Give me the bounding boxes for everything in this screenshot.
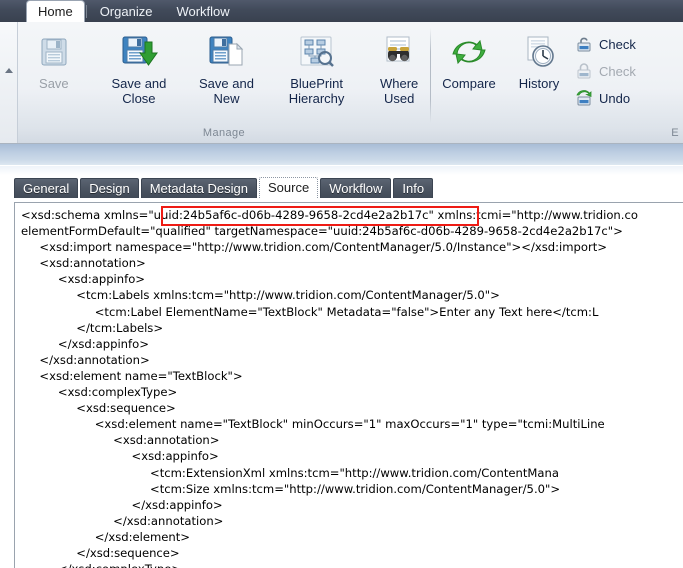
history-button[interactable]: History	[507, 28, 571, 91]
code-line: elementFormDefault="qualified" targetNam…	[21, 224, 623, 239]
page-content: General Design Metadata Design Source Wo…	[0, 144, 683, 568]
ribbon-tab-strip: Home Organize Workflow	[0, 0, 683, 22]
code-line: </xsd:appinfo>	[21, 497, 223, 512]
check-in-button[interactable]: Check	[575, 59, 640, 83]
edit-group-label: E	[671, 127, 679, 139]
compare-button-label: Compare	[442, 76, 496, 91]
check-out-button[interactable]: Check	[575, 32, 640, 56]
code-line: </tcm:Labels>	[21, 320, 164, 335]
window-blue-band	[0, 144, 683, 166]
tab-design[interactable]: Design	[80, 178, 139, 198]
blueprint-hierarchy-button-label: BluePrint Hierarchy	[288, 76, 345, 106]
code-line: <tcm:Size xmlns:tcm="http://www.tridion.…	[21, 481, 561, 496]
code-line: <xsd:annotation>	[21, 256, 146, 271]
undo-check-out-button[interactable]: Undo	[575, 86, 640, 110]
source-code-text[interactable]: <xsd:schema xmlns="uuid:24b5af6c-d06b-42…	[15, 203, 683, 568]
check-out-icon	[575, 35, 593, 53]
code-line: </xsd:sequence>	[21, 545, 180, 560]
code-line: <xsd:annotation>	[21, 433, 220, 448]
code-line: </xsd:annotation>	[21, 513, 224, 528]
tab-metadata-design[interactable]: Metadata Design	[140, 178, 257, 198]
code-line: </xsd:element>	[21, 529, 191, 544]
source-code-panel[interactable]: <xsd:schema xmlns="uuid:24b5af6c-d06b-42…	[14, 202, 683, 568]
check-in-button-label: Check	[599, 63, 636, 79]
tab-source[interactable]: Source	[259, 177, 319, 198]
compare-icon	[450, 32, 488, 72]
application-window: Home Organize Workflow Save Save and Clo…	[0, 0, 683, 568]
save-and-new-icon	[207, 32, 245, 72]
code-line: <xsd:element name="TextBlock" minOccurs=…	[21, 417, 605, 432]
ribbon-tab-organize[interactable]: Organize	[88, 1, 165, 22]
ribbon-scroll-column[interactable]	[0, 22, 18, 143]
code-line: </xsd:appinfo>	[21, 336, 149, 351]
where-used-icon	[380, 32, 418, 72]
save-and-new-button-label: Save and New	[199, 76, 254, 106]
check-out-button-label: Check	[599, 36, 636, 52]
ribbon-group-manage: Save Save and Close Save and New BluePri…	[18, 22, 430, 143]
code-line: <xsd:complexType>	[21, 385, 178, 400]
code-line: <xsd:schema xmlns="uuid:24b5af6c-d06b-42…	[21, 208, 638, 222]
code-line: </xsd:complexType>	[21, 561, 683, 568]
undo-check-out-button-label: Undo	[599, 90, 631, 106]
save-button-label: Save	[39, 76, 69, 91]
code-line: <xsd:element name="TextBlock">	[21, 368, 243, 383]
save-button[interactable]: Save	[18, 28, 90, 91]
code-line: <xsd:appinfo>	[21, 272, 146, 287]
code-line: <tcm:Label ElementName="TextBlock" Metad…	[21, 304, 599, 319]
save-and-new-button[interactable]: Save and New	[188, 28, 265, 106]
manage-group-label: Manage	[202, 127, 246, 139]
window-blue-band-fade	[0, 166, 683, 175]
tab-general[interactable]: General	[14, 178, 79, 198]
blueprint-hierarchy-button[interactable]: BluePrint Hierarchy	[265, 28, 368, 106]
save-and-close-button-label: Save and Close	[111, 76, 167, 106]
tab-separator	[85, 5, 87, 18]
compare-button[interactable]: Compare	[431, 28, 507, 91]
undo-check-out-icon	[575, 89, 593, 107]
edit-small-buttons: Check Check Undo	[571, 28, 640, 110]
code-line: <xsd:import namespace="http://www.tridio…	[21, 240, 608, 255]
where-used-button[interactable]: Where Used	[368, 28, 430, 106]
check-in-icon	[575, 62, 593, 80]
document-tab-bar: General Design Metadata Design Source Wo…	[0, 175, 683, 198]
ribbon-tab-workflow[interactable]: Workflow	[164, 1, 241, 22]
where-used-button-label: Where Used	[379, 76, 419, 106]
code-line: <tcm:ExtensionXml xmlns:tcm="http://www.…	[21, 465, 559, 480]
save-and-close-button[interactable]: Save and Close	[90, 28, 188, 106]
manage-group-items: Save Save and Close Save and New BluePri…	[18, 28, 430, 127]
history-icon	[520, 32, 558, 72]
tab-workflow[interactable]: Workflow	[320, 178, 392, 198]
code-line: <tcm:Labels xmlns:tcm="http://www.tridio…	[21, 288, 500, 303]
ribbon-tab-home[interactable]: Home	[26, 0, 85, 22]
tab-info[interactable]: Info	[393, 178, 434, 198]
code-line: <xsd:sequence>	[21, 401, 176, 416]
save-icon	[37, 32, 71, 72]
code-line: <xsd:appinfo>	[21, 449, 219, 464]
ribbon-body: Save Save and Close Save and New BluePri…	[0, 22, 683, 144]
code-line: </xsd:annotation>	[21, 352, 150, 367]
scroll-up-arrow-icon[interactable]	[5, 68, 13, 73]
ribbon-groups: Save Save and Close Save and New BluePri…	[18, 22, 683, 143]
ribbon-group-edit: Compare History Check Check Undo E	[431, 22, 683, 143]
blueprint-hierarchy-icon	[298, 32, 336, 72]
history-button-label: History	[518, 76, 560, 91]
edit-group-items: Compare History Check Check Undo	[431, 28, 683, 127]
save-and-close-icon	[120, 32, 158, 72]
